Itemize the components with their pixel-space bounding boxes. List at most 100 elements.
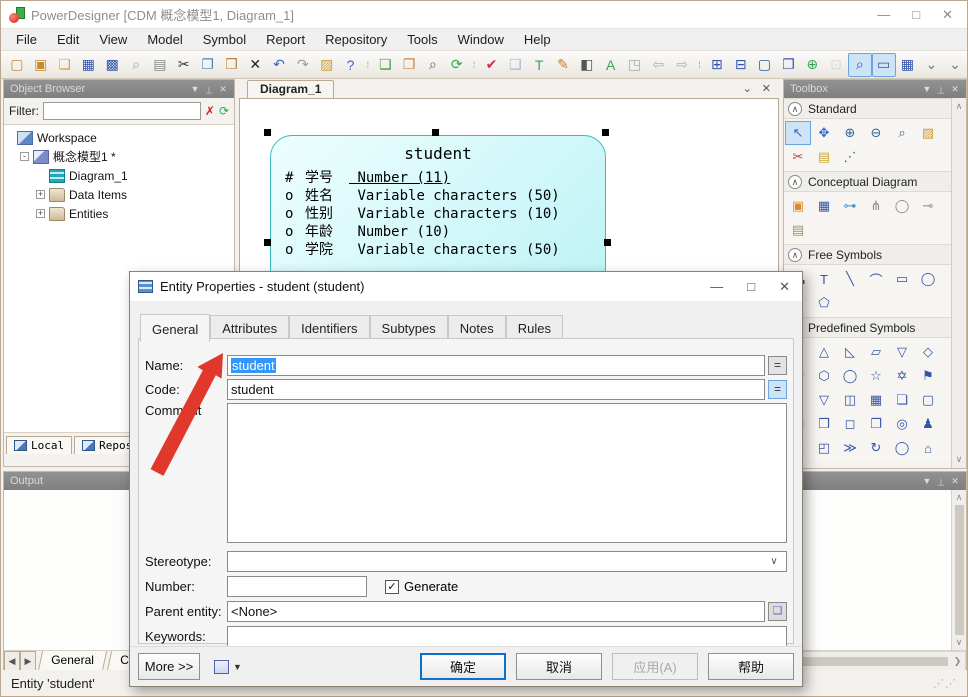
code-field[interactable]: student: [227, 379, 765, 400]
collapse-icon[interactable]: ∧: [788, 101, 802, 116]
toolbar-button[interactable]: ⌄: [919, 53, 943, 77]
toolbox-tool[interactable]: ◰: [811, 436, 837, 460]
dialog-maximize-button[interactable]: □: [747, 279, 755, 295]
toolbar-button[interactable]: ◳: [623, 53, 647, 77]
toolbar-button[interactable]: ⌕: [847, 52, 872, 77]
toolbox-tool[interactable]: ▽: [811, 388, 837, 412]
tree-expander-icon[interactable]: -: [20, 152, 29, 161]
output-vertical-scrollbar[interactable]: ∧ ∨: [951, 490, 966, 650]
pin-icon[interactable]: ⊤: [934, 84, 948, 95]
toolbox-tool[interactable]: ▽: [889, 340, 915, 364]
toolbox-tool[interactable]: △: [811, 340, 837, 364]
toolbar-button[interactable]: ◧: [575, 53, 599, 77]
pin-icon[interactable]: ⊤: [202, 84, 216, 95]
tree-expander-icon[interactable]: +: [36, 190, 45, 199]
toolbox-tool[interactable]: ◯: [889, 194, 915, 218]
toolbox-tool[interactable]: ❐: [863, 412, 889, 436]
toolbar-button[interactable]: ▦: [896, 53, 920, 77]
toolbox-tool[interactable]: ⌕: [889, 121, 915, 145]
tab-scroll-right-icon[interactable]: ▶: [20, 651, 36, 671]
toolbar-button[interactable]: ⁞: [694, 53, 705, 77]
tab-scroll-left-icon[interactable]: ◀: [4, 651, 20, 671]
toolbox-tool[interactable]: ♟: [915, 412, 941, 436]
toolbar-button[interactable]: ❑: [503, 53, 527, 77]
menu-item[interactable]: Help: [515, 30, 560, 49]
selection-handle[interactable]: [264, 129, 271, 136]
dialog-minimize-button[interactable]: —: [710, 279, 723, 295]
toolbox-tool[interactable]: ▦: [863, 388, 889, 412]
toolbar-button[interactable]: ⊞: [705, 53, 729, 77]
toolbar-button[interactable]: ⊕: [800, 53, 824, 77]
selection-handle[interactable]: [602, 129, 609, 136]
tree-item[interactable]: + Data Items: [4, 185, 234, 204]
toolbar-button[interactable]: ❏: [373, 53, 397, 77]
menu-item[interactable]: Edit: [48, 30, 88, 49]
menu-item[interactable]: View: [90, 30, 136, 49]
toolbar-button[interactable]: ▨: [315, 53, 339, 77]
toolbar-button[interactable]: ⟳: [445, 53, 469, 77]
comment-field[interactable]: [227, 403, 787, 543]
toolbox-tool[interactable]: ▣: [785, 194, 811, 218]
menu-item[interactable]: Repository: [316, 30, 396, 49]
stereotype-combobox[interactable]: ∨: [227, 551, 787, 572]
number-field[interactable]: [227, 576, 367, 597]
close-icon[interactable]: ✕: [948, 84, 962, 95]
close-icon[interactable]: ✕: [948, 476, 962, 487]
toolbar-button[interactable]: ▦: [76, 53, 100, 77]
output-tab[interactable]: General: [37, 651, 107, 671]
name-field[interactable]: student: [227, 355, 765, 376]
toolbox-tool[interactable]: ⌒: [863, 267, 889, 291]
selection-handle[interactable]: [432, 129, 439, 136]
resize-grip[interactable]: ⋰⋰: [933, 677, 957, 690]
toolbox-tool[interactable]: ⌂: [915, 436, 941, 460]
toolbox-tool[interactable]: ⊖: [863, 121, 889, 145]
toolbox-tool[interactable]: ◯: [837, 364, 863, 388]
toolbar-button[interactable]: ⌄: [943, 53, 967, 77]
ok-button[interactable]: 确定: [420, 653, 506, 680]
toolbox-tool[interactable]: ◯: [889, 436, 915, 460]
diagram-tab[interactable]: Diagram_1: [247, 80, 335, 98]
toolbox-tool[interactable]: ◺: [837, 340, 863, 364]
panel-menu-icon[interactable]: ▼: [920, 84, 934, 94]
toolbox-tool[interactable]: ❒: [811, 412, 837, 436]
toolbar-button[interactable]: ⁞: [469, 53, 480, 77]
menu-item[interactable]: Symbol: [194, 30, 255, 49]
maximize-button[interactable]: □: [912, 7, 920, 23]
tree-item[interactable]: Diagram_1: [4, 166, 234, 185]
toolbox-tool[interactable]: ⊕: [837, 121, 863, 145]
close-button[interactable]: ✕: [942, 7, 953, 23]
toolbox-tool[interactable]: ⋰: [837, 145, 863, 169]
toolbar-button[interactable]: ✎: [551, 53, 575, 77]
toolbox-tool[interactable]: ⋔: [863, 194, 889, 218]
toolbar-button[interactable]: ↶: [267, 53, 291, 77]
toolbar-button[interactable]: ✔: [480, 53, 504, 77]
close-icon[interactable]: ✕: [216, 84, 230, 95]
toolbar-button[interactable]: ✕: [243, 53, 267, 77]
tree-item[interactable]: - 概念模型1 *: [4, 147, 234, 166]
collapse-icon[interactable]: ∧: [788, 247, 802, 262]
menu-item[interactable]: File: [7, 30, 46, 49]
menu-item[interactable]: Window: [449, 30, 513, 49]
toolbox-tool[interactable]: ⊸: [915, 194, 941, 218]
toolbox-tool[interactable]: ▢: [915, 388, 941, 412]
toolbox-tool[interactable]: ▨: [915, 121, 941, 145]
toolbox-tool[interactable]: ⊶: [837, 194, 863, 218]
toolbar-button[interactable]: ▩: [100, 53, 124, 77]
toolbar-button[interactable]: ❒: [219, 53, 243, 77]
chevron-down-icon[interactable]: ▼: [233, 662, 242, 672]
toolbox-tool[interactable]: ▱: [863, 340, 889, 364]
panel-menu-icon[interactable]: ▼: [188, 84, 202, 94]
toolbar-button[interactable]: ⊡: [824, 53, 848, 77]
dialog-close-button[interactable]: ✕: [779, 279, 790, 295]
toolbox-tool[interactable]: ⬡: [811, 364, 837, 388]
tree-item[interactable]: + Entities: [4, 204, 234, 223]
toolbar-button[interactable]: ❐: [397, 53, 421, 77]
toolbar-button[interactable]: ?: [339, 53, 363, 77]
toolbox-tool[interactable]: ⚑: [915, 364, 941, 388]
toolbar-button[interactable]: ✂: [172, 53, 196, 77]
toolbar-button[interactable]: T: [527, 53, 551, 77]
toolbox-scrollbar[interactable]: ∧ ∨: [951, 98, 966, 468]
toolbox-tool[interactable]: ◇: [915, 340, 941, 364]
filter-input[interactable]: [43, 102, 201, 120]
toolbox-tool[interactable]: ▭: [889, 267, 915, 291]
